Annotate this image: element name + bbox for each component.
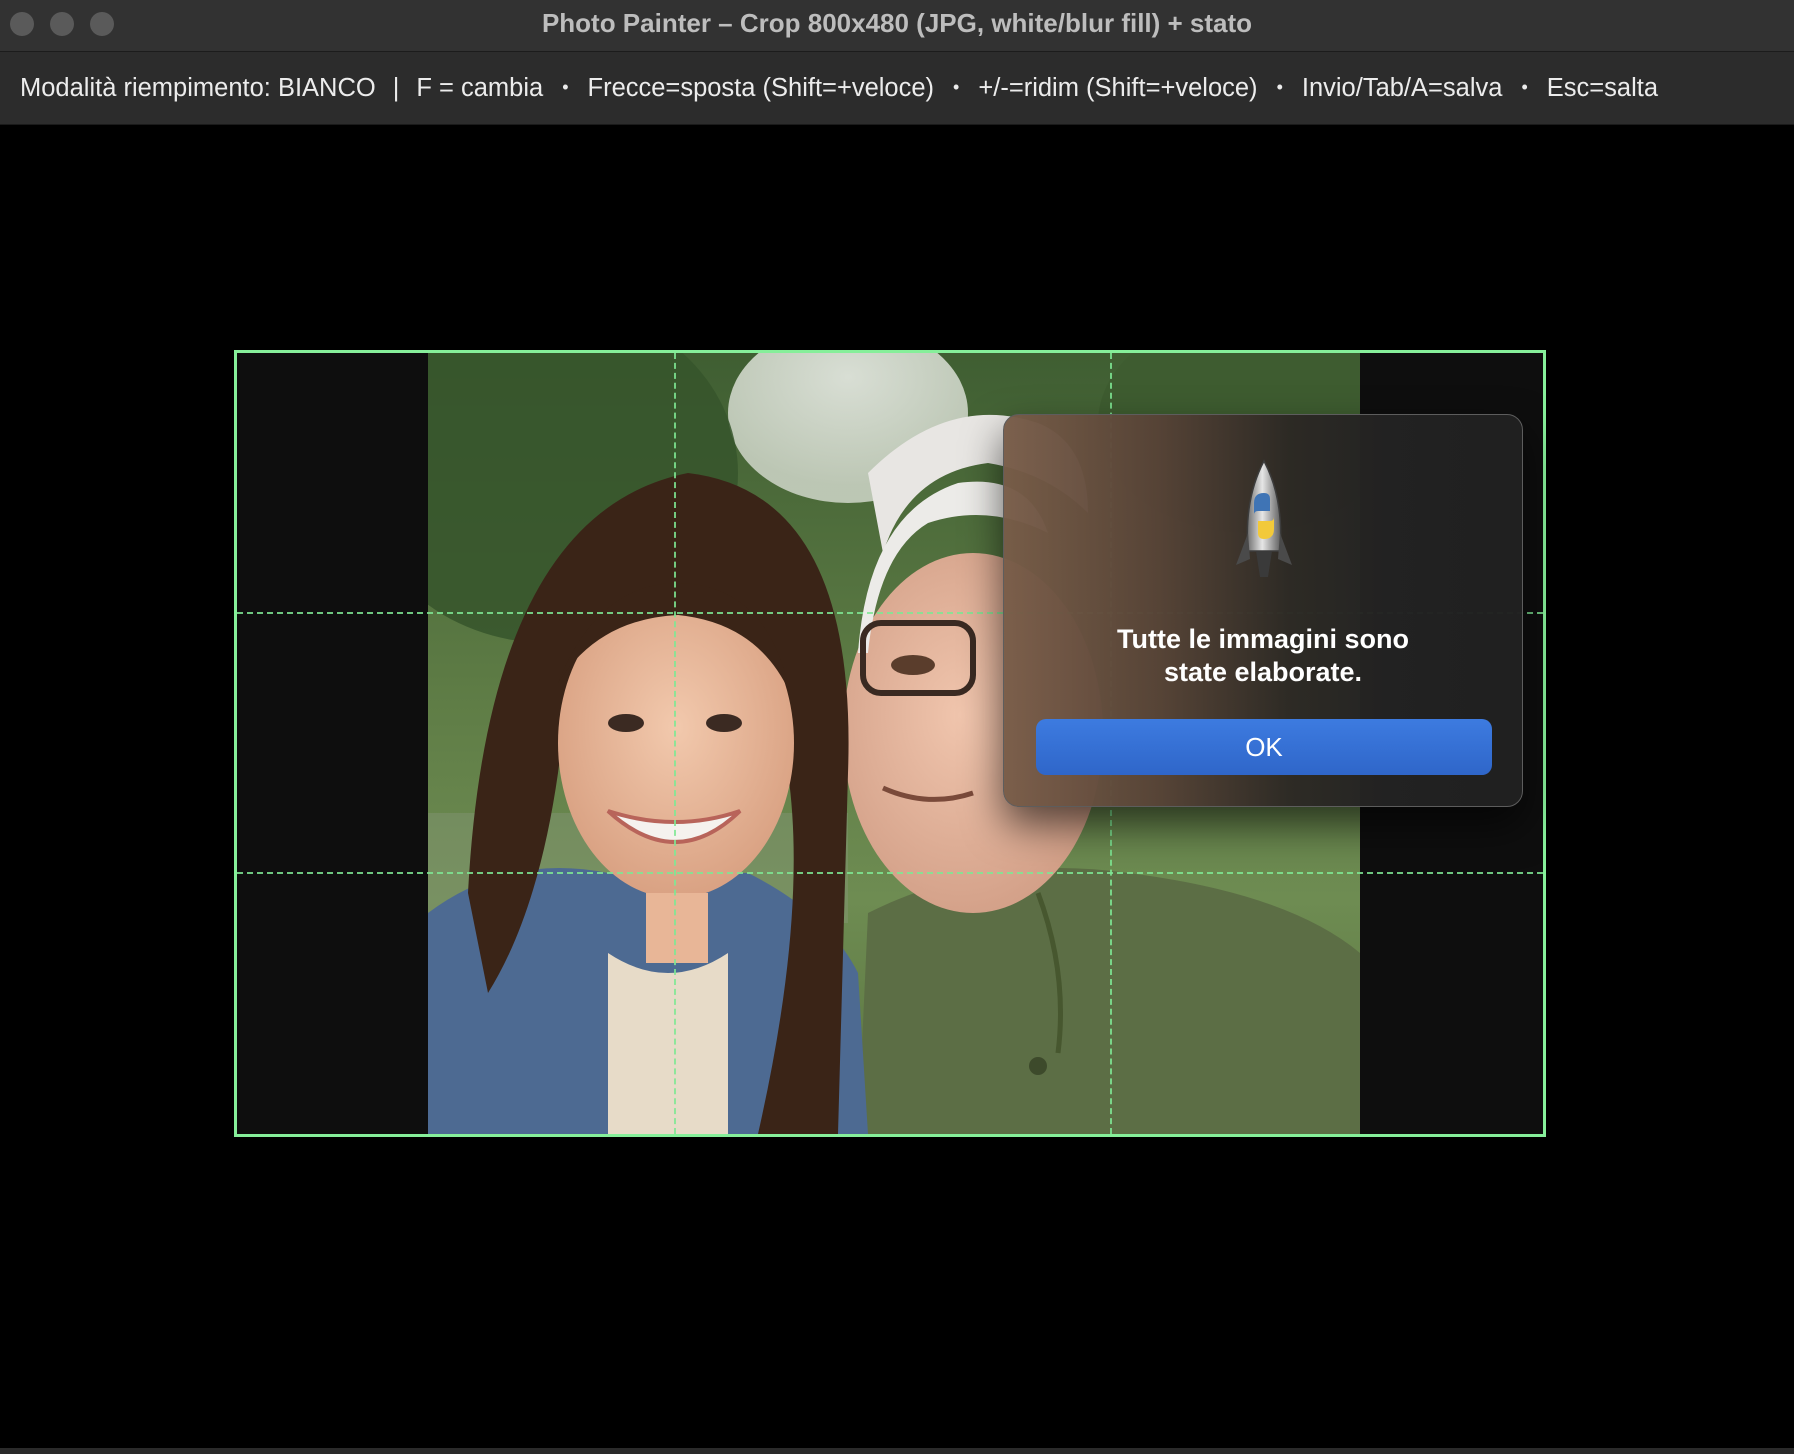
hint-move: Frecce=sposta (Shift=+veloce) <box>587 73 935 102</box>
preview-canvas[interactable]: Tutte le immagini sono state elaborate. … <box>0 126 1794 1448</box>
dialog-message-line: Tutte le immagini sono <box>1116 624 1410 654</box>
window-title: Photo Painter – Crop 800x480 (JPG, white… <box>541 8 1253 38</box>
hint-toggle-fill: F = cambia <box>416 73 544 102</box>
ok-button[interactable]: OK <box>1036 719 1492 775</box>
hint-skip: Esc=salta <box>1546 73 1659 102</box>
window-bottom-edge <box>0 1448 1794 1454</box>
completion-dialog: Tutte le immagini sono state elaborate. … <box>1003 414 1523 807</box>
hint-resize: +/-=ridim (Shift=+veloce) <box>978 73 1258 102</box>
python-launcher-rocket-icon <box>1232 459 1296 583</box>
dialog-message-line: state elaborate. <box>1163 657 1363 687</box>
crop-guide-vertical <box>674 353 676 1134</box>
separator-dot: • <box>1276 76 1283 97</box>
separator-dot: • <box>562 76 569 97</box>
separator-dot: • <box>953 76 960 97</box>
separator: | <box>392 73 400 102</box>
hint-save: Invio/Tab/A=salva <box>1301 73 1503 102</box>
crop-guide-horizontal <box>237 872 1543 874</box>
dialog-message: Tutte le immagini sono state elaborate. <box>1044 623 1482 689</box>
app-window: Photo Painter – Crop 800x480 (JPG, white… <box>0 0 1794 1454</box>
title-bar: Photo Painter – Crop 800x480 (JPG, white… <box>0 0 1794 52</box>
separator-dot: • <box>1521 76 1528 97</box>
fill-mode-label: Modalità riempimento: BIANCO <box>20 73 376 102</box>
status-bar: Modalità riempimento: BIANCO | F = cambi… <box>0 52 1794 125</box>
